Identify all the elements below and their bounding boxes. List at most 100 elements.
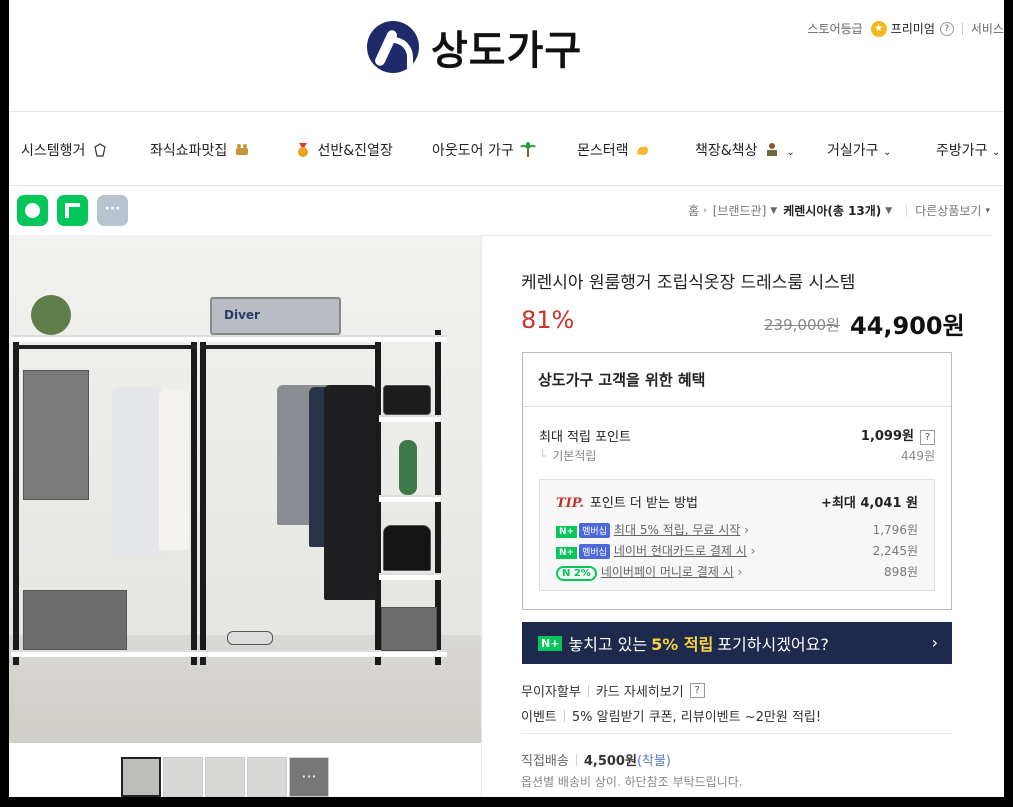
- divider: [906, 204, 908, 217]
- nav-item-label: 주방가구: [936, 143, 988, 159]
- more-thumbnails-button[interactable]: ···: [289, 757, 329, 797]
- nav-item-outdoor[interactable]: 아웃도어 가구: [432, 140, 538, 160]
- store-grade-value: 프리미엄: [890, 22, 935, 36]
- white-shirt: [159, 390, 189, 550]
- talktalk-button[interactable]: [17, 195, 48, 226]
- max-points-row: 최대 적립 포인트 1,099원?: [539, 425, 935, 445]
- nav-item-bookcase-desk[interactable]: 책장&책상 ⌄: [695, 140, 795, 160]
- shipping-sub-row: 옵션별 배송비 상이. 하단참조 부탁드립니다.: [521, 773, 743, 790]
- base-points-row: └ 기본적립 449원: [539, 449, 935, 463]
- benefit-box: 상도가구 고객을 위한 혜택 최대 적립 포인트 1,099원? └ 기본적립 4…: [522, 352, 952, 610]
- hanging-rod: [13, 345, 197, 349]
- divider: [587, 684, 589, 697]
- share-buttons: ···: [17, 195, 137, 226]
- banner-text: 포기하시겠어요?: [717, 635, 829, 654]
- nav-item-monster-rack[interactable]: 몬스터랙: [577, 140, 653, 160]
- category-nav: 시스템행거 좌식쇼파맛집 선반&진열장 아웃도어 가구 몬스터랙 책장&책상 ⌄…: [9, 112, 1004, 186]
- product-main-image[interactable]: Diver: [9, 235, 481, 743]
- membership-badge: 멤버십: [579, 544, 610, 559]
- hanger-icon: [94, 143, 106, 157]
- naver-plus-badge: N+: [556, 526, 578, 538]
- chevron-down-icon: ⌄: [882, 147, 892, 158]
- thumbnail-1[interactable]: [121, 757, 161, 797]
- breadcrumb-current[interactable]: 케렌시아(총 13개): [783, 202, 881, 219]
- event-label: 이벤트: [521, 710, 557, 725]
- naverpay-badge: N 2%: [556, 566, 597, 581]
- caret-down-icon[interactable]: ▼: [770, 206, 777, 216]
- original-price: 239,000원: [764, 316, 840, 334]
- shipping-price: 4,500원: [583, 754, 637, 769]
- store-logo[interactable]: 상도가구: [367, 18, 582, 76]
- shipping-row: 직접배송 4,500원 (착불): [521, 750, 671, 769]
- membership-banner[interactable]: N+ 놓치고 있는 5% 적립 포기하시겠어요? ›: [522, 622, 952, 664]
- bookmark-button[interactable]: [57, 195, 88, 226]
- max-points-value: 1,099원: [860, 429, 914, 444]
- nav-item-label: 시스템행거: [21, 143, 86, 159]
- tip-link[interactable]: 네이버 현대카드로 결제 시: [614, 544, 747, 558]
- tip-link[interactable]: 네이버페이 머니로 결제 시: [601, 565, 734, 579]
- side-shelf: [379, 573, 441, 580]
- tip-row-card[interactable]: N+ 멤버십 네이버 현대카드로 결제 시 › 2,245원: [556, 542, 918, 559]
- tip-value: 898원: [884, 565, 918, 579]
- help-icon[interactable]: ?: [689, 683, 705, 698]
- chevron-down-icon: ⌄: [991, 147, 1001, 158]
- other-products-link[interactable]: 다른상품보기: [915, 202, 981, 219]
- discount-rate: 81%: [521, 306, 575, 334]
- event-text[interactable]: 5% 알림받기 쿠폰, 리뷰이벤트 ~2만원 적립!: [572, 706, 821, 725]
- max-points-label: 최대 적립 포인트: [539, 429, 631, 445]
- cactus-plant: [399, 440, 417, 495]
- medal-icon: [298, 143, 308, 157]
- shipping-label: 직접배송: [521, 754, 569, 769]
- bottom-shelf: [197, 650, 447, 657]
- caret-down-icon[interactable]: ▼: [885, 206, 892, 216]
- tip-heading-text: 포인트 더 받는 방법: [589, 496, 698, 511]
- breadcrumb-home[interactable]: 홈: [688, 202, 699, 219]
- nav-item-floor-sofa[interactable]: 좌식쇼파맛집: [150, 140, 252, 160]
- service-link[interactable]: 서비스: [971, 20, 1004, 37]
- nav-item-label: 좌식쇼파맛집: [150, 143, 228, 159]
- help-icon[interactable]: ?: [920, 430, 935, 445]
- bookmark-icon: [65, 203, 80, 218]
- hanging-organizer: [23, 370, 89, 500]
- brand-name: 상도가구: [431, 28, 583, 74]
- nav-item-living-room[interactable]: 거실가구 ⌄: [827, 140, 891, 160]
- card-detail-link[interactable]: 카드 자세히보기: [596, 681, 684, 700]
- banner-text: 놓치고 있는: [568, 635, 648, 654]
- help-icon[interactable]: ?: [939, 21, 954, 36]
- divider: [521, 733, 952, 734]
- chevron-down-icon: ⌄: [786, 147, 795, 158]
- more-share-button[interactable]: ···: [97, 195, 128, 226]
- rack-post: [200, 335, 206, 665]
- top-shelf: [11, 335, 203, 342]
- storage-box: [23, 590, 127, 650]
- store-header: 상도가구 스토어등급 ★ 프리미엄 ? 서비스: [9, 0, 1004, 112]
- divider: [961, 22, 963, 35]
- thumbnail-2[interactable]: [163, 757, 203, 797]
- tip-box: TIP. 포인트 더 받는 방법 +최대 4,041 원 N+ 멤버십 최대 5% 적…: [539, 479, 935, 591]
- top-links: 스토어등급 ★ 프리미엄 ? 서비스: [808, 20, 1004, 37]
- nav-item-label: 책장&책상: [695, 143, 758, 159]
- storage-box: [381, 607, 437, 651]
- sofa-icon: [235, 144, 248, 155]
- breadcrumb-brand[interactable]: [브랜드관]: [713, 202, 767, 219]
- thumbnail-4[interactable]: [247, 757, 287, 797]
- caret-down-icon: ▾: [985, 205, 990, 216]
- installment-row: 무이자할부 카드 자세히보기 ?: [521, 681, 705, 700]
- medal-icon: ★: [870, 20, 887, 37]
- thumbnail-3[interactable]: [205, 757, 245, 797]
- tip-row-naverpay[interactable]: N 2% 네이버페이 머니로 결제 시 › 898원: [556, 563, 918, 581]
- tip-row-membership[interactable]: N+ 멤버십 최대 5% 적립, 무료 시작 › 1,796원: [556, 521, 918, 538]
- sale-price: 44,900원: [850, 312, 965, 340]
- rack-post: [191, 335, 197, 665]
- nav-item-shelf-display[interactable]: 선반&진열장: [293, 140, 393, 160]
- nav-item-system-hanger[interactable]: 시스템행거: [21, 140, 110, 160]
- banner-highlight: 5% 적립: [651, 635, 714, 654]
- product-title: 케렌시아 원룸행거 조립식옷장 드레스룸 시스템: [521, 273, 856, 293]
- bottom-shelf: [11, 650, 203, 657]
- nav-item-label: 선반&진열장: [317, 143, 393, 159]
- shipping-note: (착불): [636, 754, 672, 769]
- tip-heading: TIP. 포인트 더 받는 방법: [556, 492, 698, 511]
- tip-link[interactable]: 최대 5% 적립, 무료 시작: [614, 523, 740, 537]
- product-info-panel: 케렌시아 원룸행거 조립식옷장 드레스룸 시스템 81% 239,000원 44…: [481, 235, 991, 797]
- nav-item-kitchen[interactable]: 주방가구 ⌄: [936, 140, 1000, 160]
